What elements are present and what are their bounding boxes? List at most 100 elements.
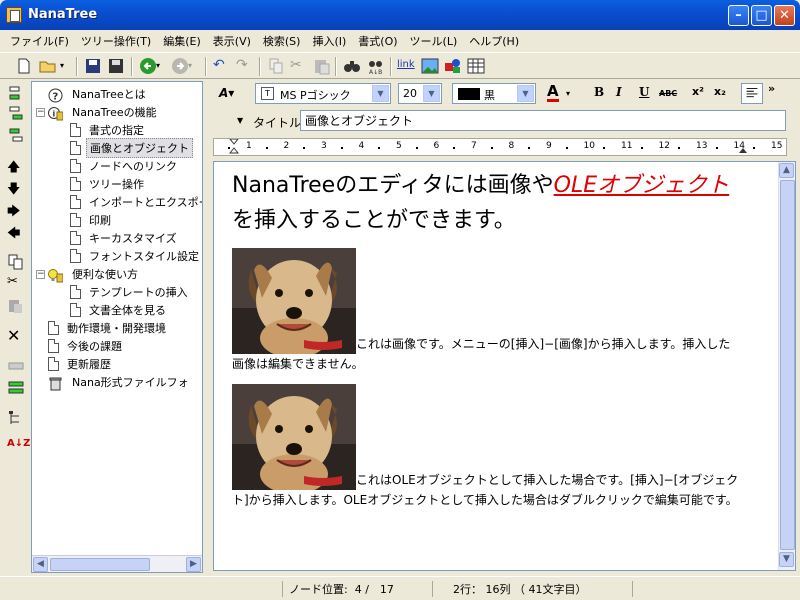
- align-left-icon[interactable]: [741, 83, 763, 104]
- text-color-dropdown-icon[interactable]: ▾: [566, 89, 570, 98]
- menu-format[interactable]: 書式(O): [352, 30, 403, 50]
- insert-table-icon[interactable]: [466, 57, 486, 75]
- ruler[interactable]: 1 2 3 4 5 6 7 8 9 10 11 12 13 14 15: [213, 138, 787, 156]
- tree-node[interactable]: − 便利な使い方: [36, 265, 141, 283]
- find-binoculars-icon[interactable]: [342, 57, 362, 75]
- scroll-up-icon[interactable]: ▲: [779, 163, 794, 178]
- undo-icon[interactable]: ↶: [213, 57, 233, 75]
- collapse-toggle-icon[interactable]: −: [36, 107, 45, 117]
- tree-node[interactable]: ? NanaTreeとは: [36, 85, 149, 103]
- replace-icon[interactable]: A↓B: [366, 57, 386, 75]
- strikethrough-button[interactable]: ABC: [659, 89, 677, 98]
- menu-tools[interactable]: ツール(L): [404, 30, 464, 50]
- collapse-icon[interactable]: [7, 358, 25, 374]
- scroll-right-icon[interactable]: ▶: [186, 557, 201, 572]
- bold-button[interactable]: B: [594, 85, 604, 99]
- expand-all-icon[interactable]: [7, 380, 25, 396]
- tree-node[interactable]: フォントスタイル設定: [70, 247, 202, 265]
- font-size-select[interactable]: 20 ▼: [398, 83, 442, 104]
- menu-file[interactable]: ファイル(F): [4, 30, 75, 50]
- dog-ole-object[interactable]: [232, 384, 356, 490]
- save-icon[interactable]: [83, 57, 103, 75]
- delete-node-icon[interactable]: ✕: [7, 326, 25, 345]
- open-folder-icon[interactable]: [38, 57, 58, 75]
- tree-node[interactable]: 更新履歴: [36, 355, 114, 373]
- new-file-icon[interactable]: [14, 57, 34, 75]
- add-sibling-node-icon[interactable]: [7, 86, 25, 102]
- chevron-down-icon[interactable]: ▼: [423, 85, 440, 102]
- document-vertical-scrollbar[interactable]: ▲ ▼: [778, 162, 795, 570]
- forward-arrow-icon[interactable]: [170, 57, 190, 75]
- tree-node[interactable]: 今後の課題: [36, 337, 125, 355]
- text-color-icon[interactable]: A: [547, 83, 559, 102]
- dog-image[interactable]: [232, 248, 356, 354]
- close-button[interactable]: ✕: [774, 5, 795, 26]
- copy-node-icon[interactable]: [7, 254, 25, 270]
- ruler-tick: [228, 147, 230, 149]
- tree-node[interactable]: ツリー操作: [70, 175, 147, 193]
- scroll-down-icon[interactable]: ▼: [779, 552, 794, 567]
- font-family-select[interactable]: MS Pゴシック T ▼: [255, 83, 391, 104]
- tree-node[interactable]: 印刷: [70, 211, 114, 229]
- app-icon[interactable]: [6, 7, 22, 23]
- tree-node[interactable]: キーカスタマイズ: [70, 229, 180, 247]
- sort-az-icon[interactable]: A↓Z: [7, 438, 30, 454]
- back-arrow-icon[interactable]: [138, 57, 158, 75]
- menu-edit[interactable]: 編集(E): [157, 30, 207, 50]
- save-all-icon[interactable]: [106, 57, 126, 75]
- tree-node[interactable]: − i NanaTreeの機能: [36, 103, 160, 121]
- menu-search[interactable]: 検索(S): [257, 30, 307, 50]
- copy-icon[interactable]: [266, 57, 286, 75]
- chevron-down-icon[interactable]: ▼: [372, 85, 389, 102]
- left-indent-marker[interactable]: [229, 139, 239, 155]
- menu-tree-ops[interactable]: ツリー操作(T): [75, 30, 157, 50]
- insert-link-button[interactable]: link: [397, 59, 417, 77]
- insert-image-icon[interactable]: [420, 57, 440, 75]
- add-node-below-icon[interactable]: [7, 128, 25, 144]
- cut-icon[interactable]: ✂: [290, 57, 310, 75]
- tree-structure-icon[interactable]: [7, 410, 25, 426]
- cut-node-icon[interactable]: ✂: [7, 274, 25, 290]
- subscript-button[interactable]: x₂: [714, 85, 726, 98]
- tree-view[interactable]: ? NanaTreeとは − i NanaTreeの機能 書式の指定 画像とオブジェクト ノー…: [31, 81, 203, 573]
- underline-button[interactable]: U: [639, 85, 649, 99]
- move-down-icon[interactable]: 🡇: [7, 180, 25, 197]
- tree-node[interactable]: ノードへのリンク: [70, 157, 180, 175]
- move-up-icon[interactable]: 🡅: [7, 158, 25, 175]
- redo-icon[interactable]: ↷: [236, 57, 256, 75]
- paste-node-icon[interactable]: [7, 298, 25, 314]
- tree-horizontal-scrollbar[interactable]: ◀ ▶: [32, 555, 202, 572]
- menu-insert[interactable]: 挿入(I): [306, 30, 352, 50]
- tree-node[interactable]: Nana形式ファイルフォ: [36, 373, 192, 391]
- tree-node[interactable]: テンプレートの挿入: [70, 283, 191, 301]
- menu-view[interactable]: 表示(V): [207, 30, 257, 50]
- move-left-icon[interactable]: 🡄: [7, 224, 25, 241]
- tree-node[interactable]: 書式の指定: [70, 121, 147, 139]
- tree-node[interactable]: 文書全体を見る: [70, 301, 169, 319]
- superscript-button[interactable]: x²: [692, 85, 704, 98]
- insert-object-icon[interactable]: [443, 57, 463, 75]
- document-editor[interactable]: NanaTreeのエディタには画像やOLEオブジェクトを挿入することができます。: [213, 161, 796, 571]
- scroll-thumb[interactable]: [50, 558, 150, 571]
- italic-button[interactable]: I: [616, 85, 622, 99]
- tree-node[interactable]: 画像とオブジェクト: [70, 138, 193, 158]
- maximize-button[interactable]: □: [751, 5, 772, 26]
- chevron-down-icon[interactable]: ▼: [517, 85, 534, 102]
- paste-icon[interactable]: [312, 57, 332, 75]
- title-dropdown-icon[interactable]: ▼: [237, 116, 243, 125]
- tree-node[interactable]: 動作環境・開発環境: [36, 319, 169, 337]
- color-swatch: [458, 88, 480, 100]
- move-right-icon[interactable]: 🡆: [7, 202, 25, 219]
- font-color-select[interactable]: 黒 ▼: [452, 83, 536, 104]
- toolbar-overflow-icon[interactable]: »: [768, 82, 775, 95]
- scroll-thumb[interactable]: [780, 180, 795, 550]
- text-style-icon[interactable]: A▾: [219, 86, 234, 100]
- ole-object-link[interactable]: OLEオブジェクト: [554, 173, 729, 198]
- add-child-node-icon[interactable]: [7, 106, 25, 122]
- collapse-toggle-icon[interactable]: −: [36, 269, 45, 279]
- tree-node[interactable]: インポートとエクスポー: [70, 193, 202, 211]
- minimize-button[interactable]: –: [728, 5, 749, 26]
- title-input[interactable]: [300, 110, 786, 131]
- menu-help[interactable]: ヘルプ(H): [463, 30, 525, 50]
- scroll-left-icon[interactable]: ◀: [33, 557, 48, 572]
